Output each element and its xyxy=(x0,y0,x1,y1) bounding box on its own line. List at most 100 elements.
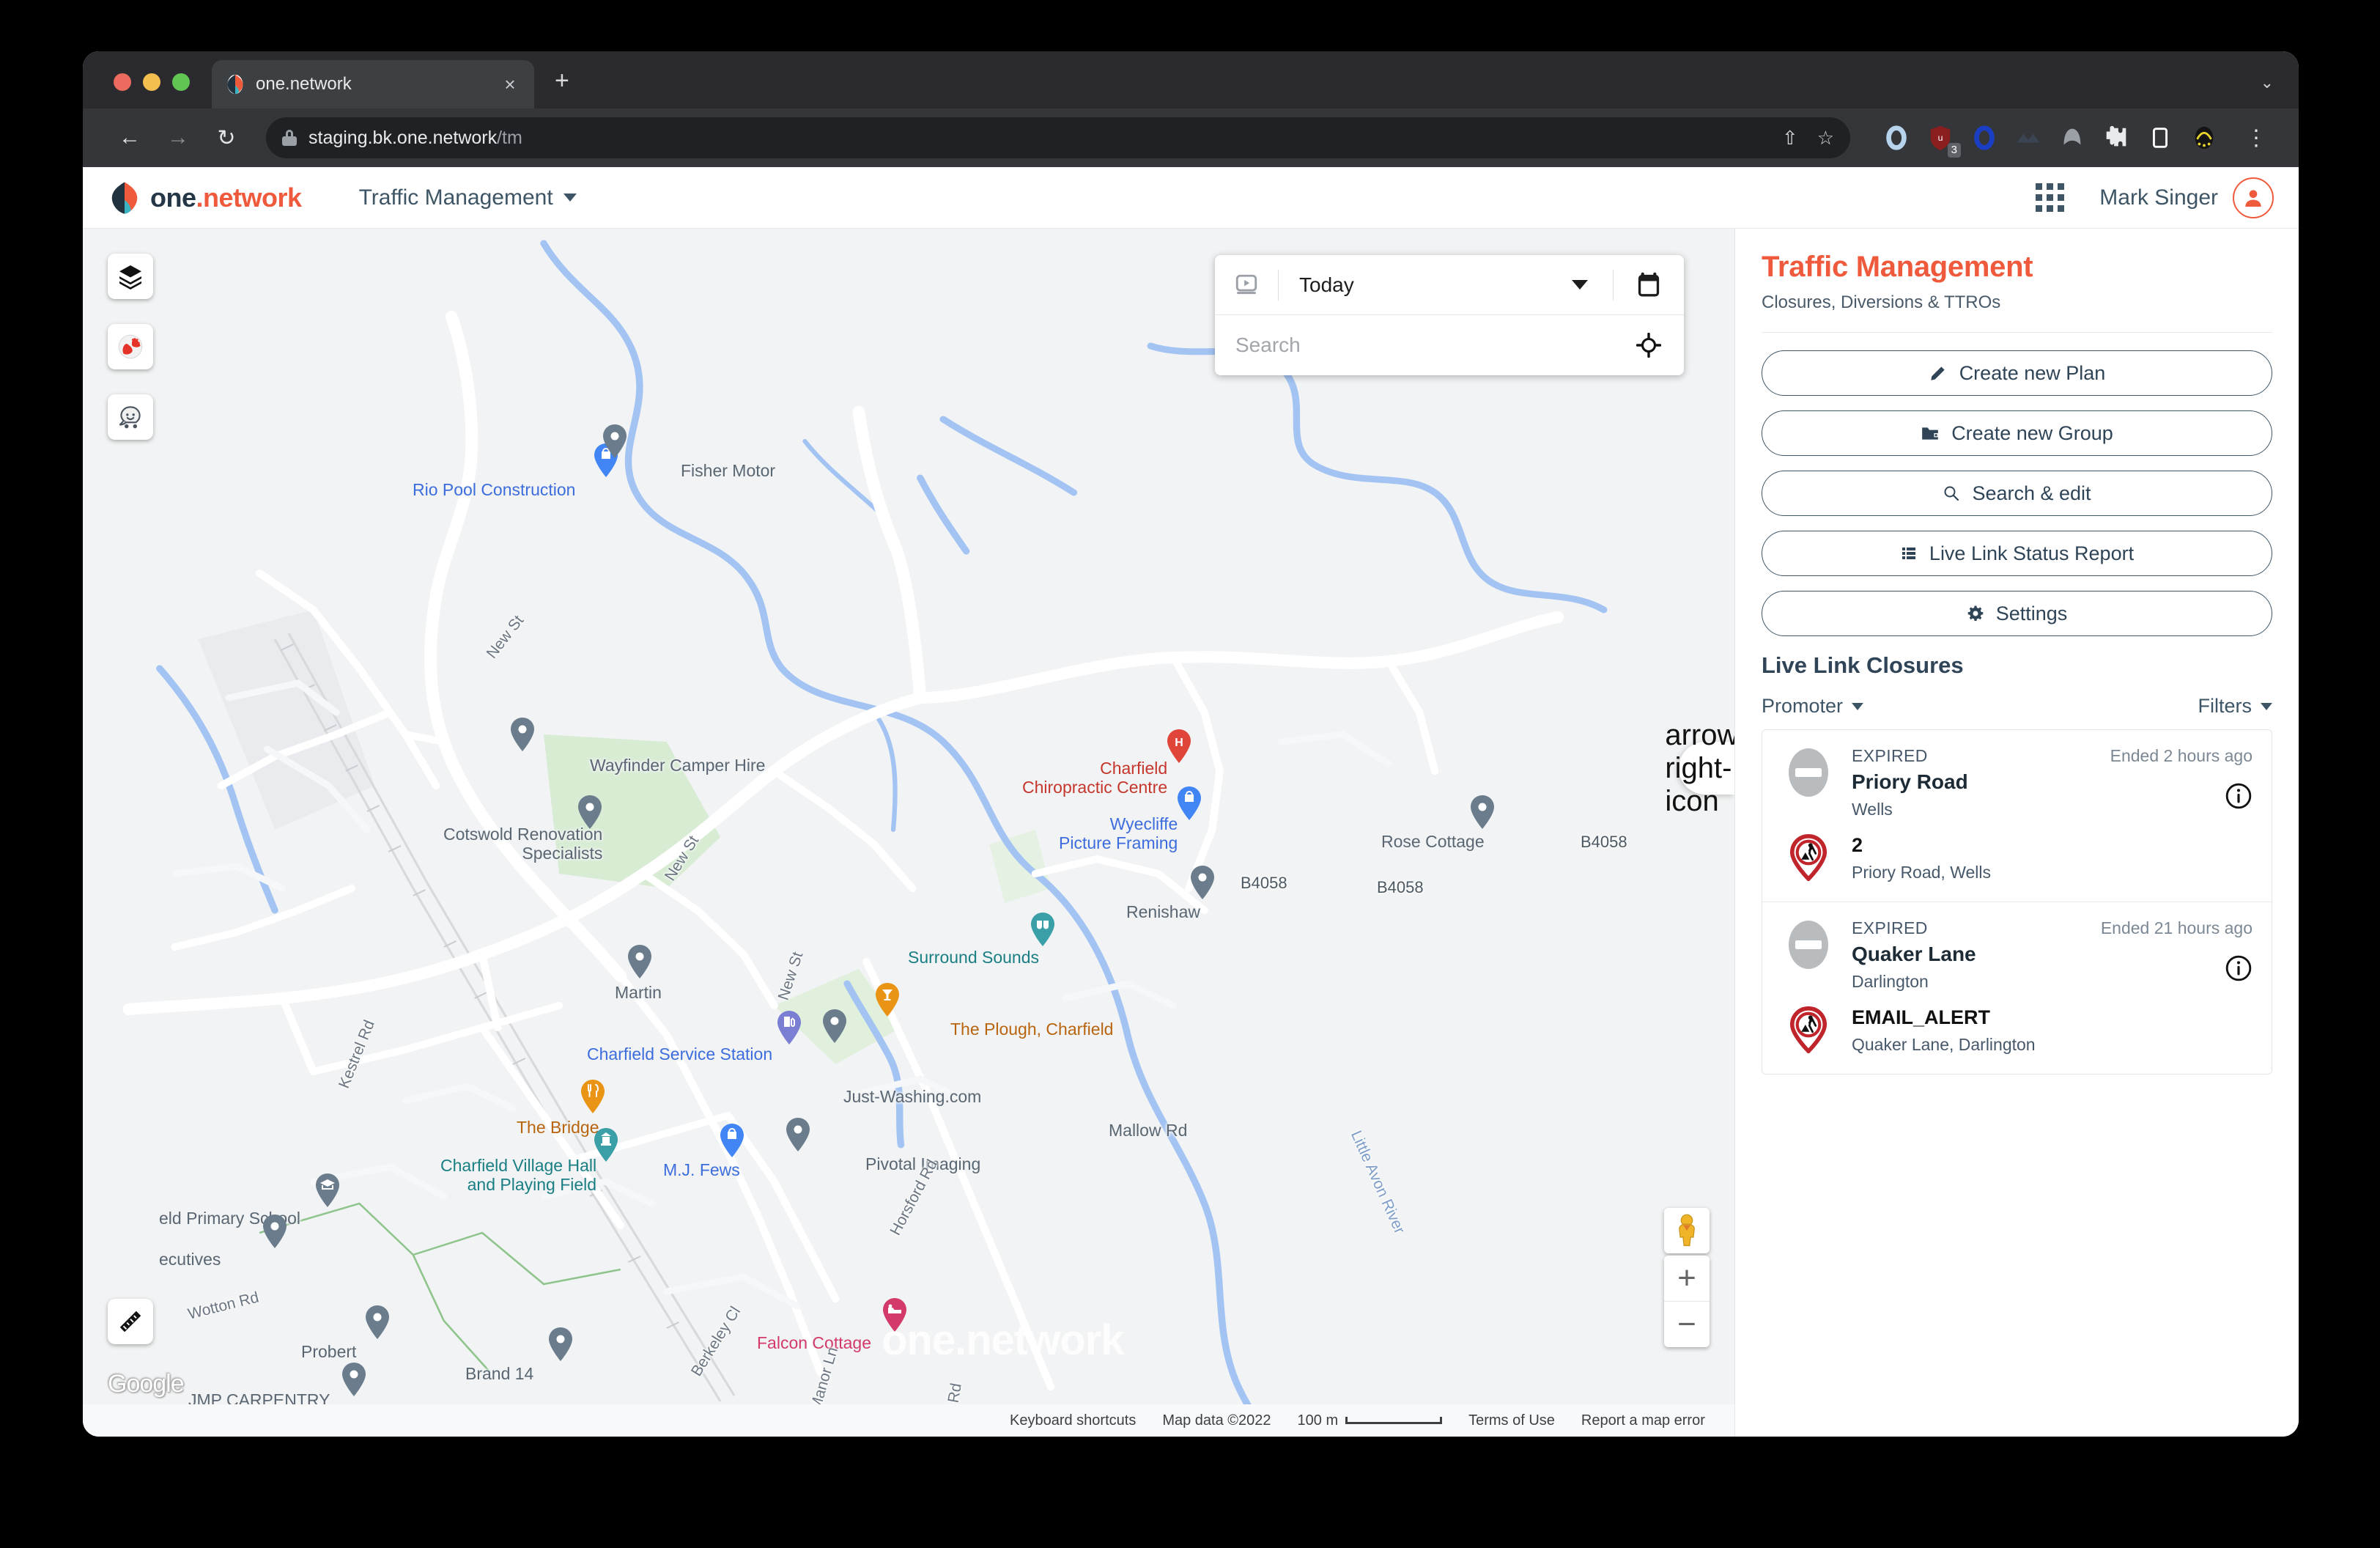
header-right: Mark Singer xyxy=(2036,177,2274,218)
map-road-shield: B4058 xyxy=(1377,878,1424,896)
layers-icon xyxy=(119,265,141,290)
browser-window: one.network × + ⌄ ← → ↻ staging.bk.one.n… xyxy=(83,51,2299,1437)
person-icon xyxy=(2245,189,2261,207)
app-header: one.network Traffic Management Mark Sing… xyxy=(83,167,2299,229)
one-network-logo-icon xyxy=(111,181,138,214)
street-view-pegman-button[interactable] xyxy=(1664,1208,1710,1253)
date-select[interactable]: Today xyxy=(1279,273,1572,297)
closure-place: Wells xyxy=(1852,800,1893,819)
extension-puzzle-icon[interactable] xyxy=(2102,124,2130,152)
module-selector-label: Traffic Management xyxy=(358,185,553,210)
closure-card[interactable]: EXPIRED Priory Road Wells Ended 2 hours … xyxy=(1762,730,2272,902)
search-and-edit-button[interactable]: Search & edit xyxy=(1762,471,2272,516)
chevron-down-icon xyxy=(563,194,577,202)
info-icon[interactable] xyxy=(2225,782,2252,814)
maximize-window-button[interactable] xyxy=(172,73,190,91)
extension-dark-blue-ring-icon[interactable] xyxy=(1970,124,1998,152)
extension-profile-avatar-icon[interactable] xyxy=(2190,124,2218,152)
playback-button[interactable] xyxy=(1215,273,1278,298)
closure-list: EXPIRED Priory Road Wells Ended 2 hours … xyxy=(1762,729,2272,1075)
app-logo[interactable]: one.network xyxy=(108,181,302,215)
hands-globe-icon xyxy=(118,334,143,359)
live-link-closures-title: Live Link Closures xyxy=(1762,652,1964,678)
browser-tab[interactable]: one.network × xyxy=(212,60,534,108)
closure-address: Quaker Lane, Darlington xyxy=(1852,1035,2036,1054)
map-layers-button[interactable] xyxy=(108,254,153,299)
live-link-status-report-button[interactable]: Live Link Status Report xyxy=(1762,531,2272,576)
waze-icon xyxy=(119,406,141,429)
zoom-out-button[interactable]: − xyxy=(1664,1302,1710,1347)
create-new-group-button[interactable]: Create new Group xyxy=(1762,410,2272,456)
window-traffic-lights xyxy=(83,73,190,108)
browser-tab-strip: one.network × + ⌄ xyxy=(83,51,2299,108)
playback-icon xyxy=(1235,274,1257,294)
pencil-icon xyxy=(1929,364,1948,383)
zoom-in-button[interactable]: + xyxy=(1664,1256,1710,1301)
closure-status: EXPIRED xyxy=(1852,746,1928,765)
page-subtitle: Closures, Diversions & TTROs xyxy=(1762,292,2001,312)
browser-menu-button[interactable]: ⋮ xyxy=(2234,117,2278,158)
promoter-filter-dropdown[interactable]: Promoter xyxy=(1762,695,1864,718)
bookmark-star-icon[interactable]: ☆ xyxy=(1817,127,1834,150)
keyboard-shortcuts-link[interactable]: Keyboard shortcuts xyxy=(1010,1412,1136,1429)
extension-sidepanel-icon[interactable] xyxy=(2146,124,2174,152)
map-panel-toggle-button[interactable]: arrow-right-icon xyxy=(1665,719,1734,817)
map-hands-globe-button[interactable] xyxy=(108,324,153,369)
list-icon xyxy=(1900,545,1918,562)
button-label: Create new Group xyxy=(1951,421,2113,444)
filters-label: Filters xyxy=(2198,695,2252,717)
map-canvas[interactable]: arrow-right-icon + − xyxy=(83,229,1734,1437)
user-menu[interactable]: Mark Singer xyxy=(2099,177,2274,218)
locate-me-button[interactable] xyxy=(1614,333,1684,358)
chevron-down-icon[interactable] xyxy=(1572,280,1588,290)
url-text: staging.bk.one.network/tm xyxy=(308,127,522,148)
extension-arc-icon[interactable] xyxy=(2058,124,2086,152)
new-tab-button[interactable]: + xyxy=(555,67,569,95)
report-map-error-link[interactable]: Report a map error xyxy=(1581,1412,1705,1429)
reload-button[interactable]: ↻ xyxy=(204,117,248,158)
brand-text: one.network xyxy=(150,182,302,213)
closure-name: Priory Road xyxy=(1852,770,1968,793)
create-new-plan-button[interactable]: Create new Plan xyxy=(1762,350,2272,396)
close-window-button[interactable] xyxy=(114,73,131,91)
close-tab-button[interactable]: × xyxy=(499,75,521,94)
closure-card[interactable]: EXPIRED Quaker Lane Darlington Ended 21 … xyxy=(1762,902,2272,1074)
share-icon[interactable]: ⇧ xyxy=(1782,127,1798,150)
extension-blue-ring-icon[interactable] xyxy=(1882,124,1910,152)
terms-of-use-link[interactable]: Terms of Use xyxy=(1468,1412,1555,1429)
map-waze-button[interactable] xyxy=(108,394,153,440)
calendar-button[interactable] xyxy=(1614,272,1684,298)
calendar-icon xyxy=(1638,272,1660,297)
extension-mountains-icon[interactable] xyxy=(2014,124,2042,152)
settings-button[interactable]: Settings xyxy=(1762,591,2272,636)
module-selector[interactable]: Traffic Management xyxy=(359,185,577,210)
gear-icon xyxy=(1967,605,1984,622)
browser-toolbar: ← → ↻ staging.bk.one.network/tm ⇧ ☆ u 3 xyxy=(83,108,2299,167)
map-scale-bar: 100 m xyxy=(1298,1412,1443,1429)
closure-address: Priory Road, Wells xyxy=(1852,863,1992,882)
map-search-card: Today xyxy=(1215,255,1684,375)
closures-filter-row: Promoter Filters xyxy=(1762,695,2272,718)
map-ruler-button[interactable] xyxy=(108,1299,153,1344)
forward-button[interactable]: → xyxy=(156,117,200,158)
browser-tab-title: one.network xyxy=(256,74,352,94)
map-geometry xyxy=(122,240,1608,1437)
scale-bar-graphic xyxy=(1345,1417,1443,1424)
address-bar[interactable]: staging.bk.one.network/tm ⇧ ☆ xyxy=(266,117,1850,158)
back-button[interactable]: ← xyxy=(108,117,152,158)
map-search-row xyxy=(1215,315,1684,375)
button-label: Live Link Status Report xyxy=(1929,542,2135,564)
tabstrip-menu-button[interactable]: ⌄ xyxy=(2261,73,2274,92)
folder-plus-icon xyxy=(1921,424,1940,443)
avatar[interactable] xyxy=(2233,177,2274,218)
info-icon[interactable] xyxy=(2225,954,2252,986)
filters-dropdown[interactable]: Filters xyxy=(2198,695,2272,718)
minimize-window-button[interactable] xyxy=(143,73,160,91)
apps-grid-icon[interactable] xyxy=(2036,183,2065,212)
search-input[interactable] xyxy=(1215,333,1614,357)
ublock-origin-icon[interactable]: u 3 xyxy=(1926,124,1961,158)
lock-icon xyxy=(282,130,297,146)
one-network-favicon xyxy=(225,74,245,95)
roadworks-pin-icon xyxy=(1781,1006,1836,1053)
map-road-shield: B4058 xyxy=(1241,874,1287,892)
